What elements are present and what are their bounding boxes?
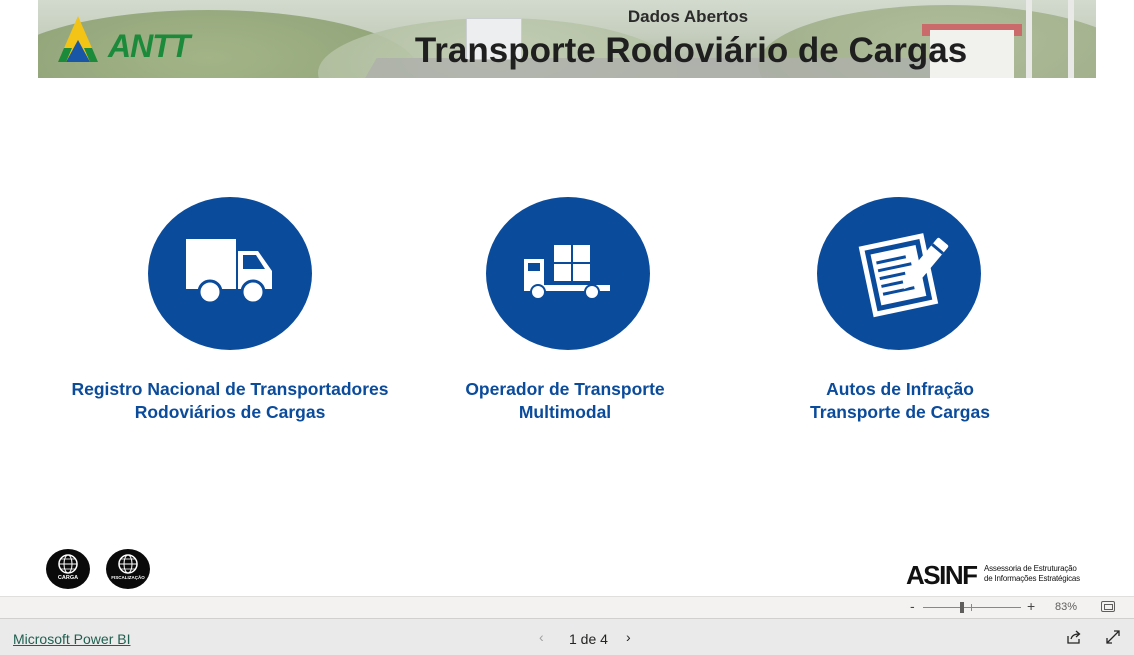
previous-page-button[interactable]: ‹ — [539, 629, 544, 645]
power-bi-link[interactable]: Microsoft Power BI — [13, 631, 130, 647]
cargo-truck-icon — [524, 245, 610, 300]
multimodal-label[interactable]: Operador de Transporte Multimodal — [440, 378, 690, 424]
asinf-logo-main: ASINF — [906, 560, 978, 590]
zoom-in-button[interactable]: + — [1027, 598, 1035, 614]
asinf-logo: ASINF Assessoria de Estruturação de Info… — [906, 560, 1096, 590]
fiscalizacao-badge-label: FISCALIZAÇÃO — [111, 575, 145, 580]
zoom-bar: - + 83% — [0, 596, 1134, 618]
page-indicator: 1 de 4 — [569, 631, 608, 647]
truck-icon — [186, 239, 272, 305]
zoom-slider-track[interactable] — [923, 607, 1021, 608]
multimodal-button[interactable] — [486, 197, 650, 350]
fullscreen-icon[interactable] — [1106, 630, 1120, 644]
rntrc-button[interactable] — [148, 197, 312, 350]
infraction-document-icon — [858, 233, 949, 318]
next-page-button[interactable]: › — [626, 629, 631, 645]
fiscalizacao-badge[interactable]: FISCALIZAÇÃO — [106, 549, 150, 589]
zoom-slider-thumb[interactable] — [960, 602, 964, 613]
page-subtitle: Dados Abertos — [627, 7, 749, 26]
report-canvas: ANTT Dados Abertos Transporte Rodoviário… — [0, 0, 1134, 596]
zoom-slider-tick — [971, 604, 972, 611]
carga-badge-label: CARGA — [57, 575, 79, 581]
bottom-bar: Microsoft Power BI ‹ 1 de 4 › — [0, 618, 1134, 655]
rntrc-label[interactable]: Registro Nacional de Transportadores Rod… — [60, 378, 400, 424]
zoom-out-button[interactable]: - — [910, 598, 915, 614]
zoom-level: 83% — [1055, 601, 1078, 613]
asinf-logo-subtitle: Assessoria de Estruturação de Informaçõe… — [984, 564, 1080, 583]
page-title: Transporte Rodoviário de Cargas — [414, 31, 968, 70]
share-icon[interactable] — [1066, 630, 1082, 644]
logo-text: ANTT — [108, 28, 190, 64]
fit-to-page-icon[interactable] — [1101, 601, 1115, 612]
infractions-label[interactable]: Autos de Infração Transporte de Cargas — [770, 378, 1030, 424]
infractions-button[interactable] — [817, 197, 981, 350]
header-banner: ANTT Dados Abertos Transporte Rodoviário… — [38, 0, 1096, 78]
globe-icon — [118, 554, 138, 574]
globe-icon — [58, 554, 78, 574]
antt-logo: ANTT — [50, 14, 200, 66]
carga-badge[interactable]: CARGA — [46, 549, 90, 589]
